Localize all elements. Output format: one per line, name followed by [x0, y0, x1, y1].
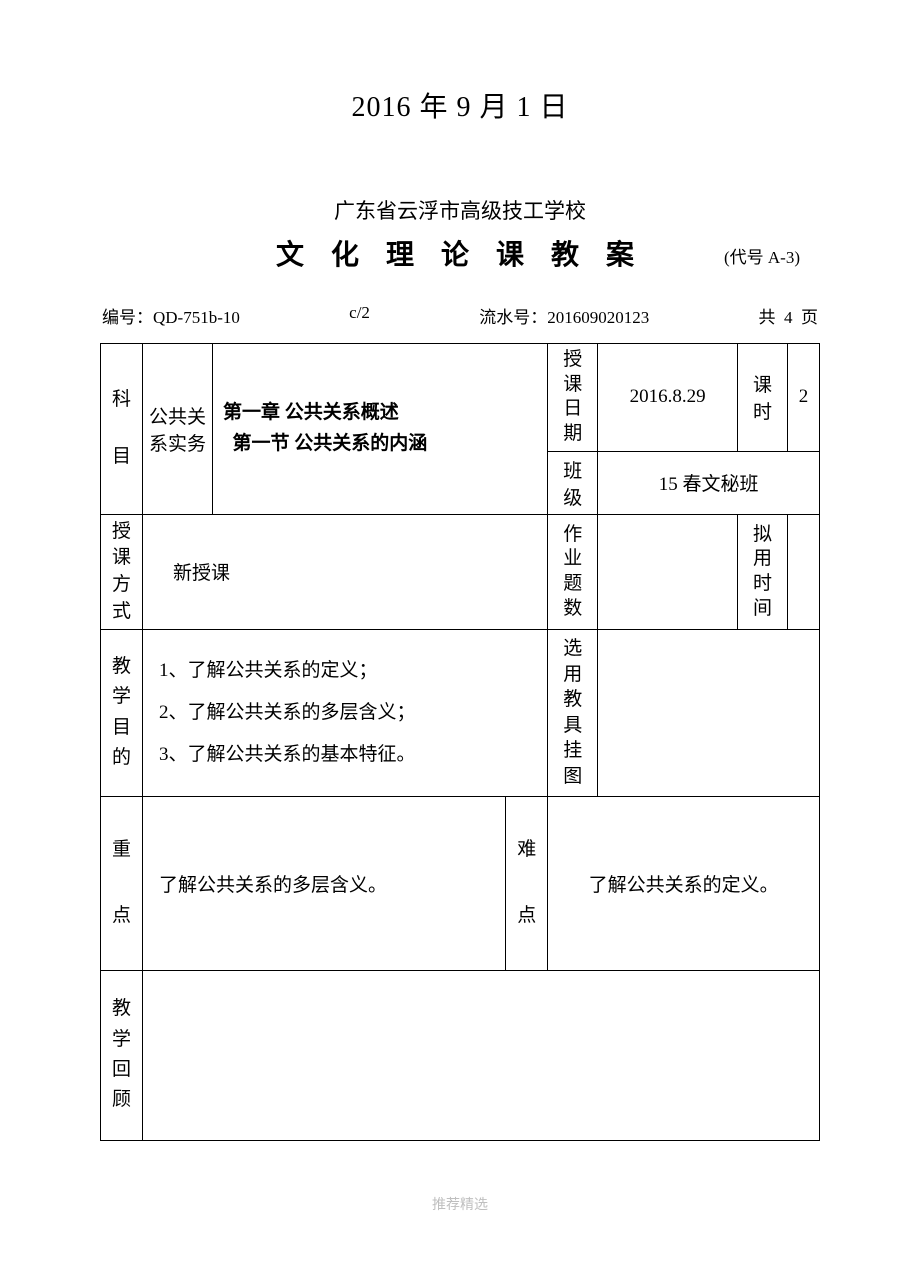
review-label: 教学回顾 — [101, 970, 143, 1140]
diff-label-2: 点 — [512, 883, 541, 950]
hours-label: 课时 — [738, 344, 788, 452]
diff-label-1: 难 — [512, 817, 541, 884]
goal-label: 教学目的 — [101, 630, 143, 796]
school-name: 广东省云浮市高级技工学校 — [100, 195, 820, 225]
doc-title: 文 化 理 论 课 教 案 — [276, 233, 644, 273]
hours-value: 2 — [788, 344, 820, 452]
goals-cell: 1、了解公共关系的定义； 2、了解公共关系的多层含义； 3、了解公共关系的基本特… — [143, 630, 548, 796]
time-value — [788, 514, 820, 629]
serial-label: 流水号： — [479, 308, 547, 327]
chapter-line1: 第一章 公共关系概述 — [223, 398, 541, 428]
bianhao-label: 编号： — [102, 308, 153, 327]
key-value: 了解公共关系的多层含义。 — [143, 796, 506, 970]
doc-code: (代号 A-3) — [724, 243, 800, 268]
goal-3: 3、了解公共关系的基本特征。 — [159, 734, 531, 776]
class-value: 15 春文秘班 — [598, 451, 820, 514]
key-label: 重 点 — [101, 796, 143, 970]
chapter-line2: 第一节 公共关系的内涵 — [223, 429, 541, 459]
subject-label: 科 目 — [101, 344, 143, 515]
pages-post: 页 — [801, 308, 818, 327]
homework-label: 作业题数 — [548, 514, 598, 629]
subject-value: 公共关系实务 — [143, 344, 213, 515]
diff-value: 了解公共关系的定义。 — [548, 796, 820, 970]
review-value — [143, 970, 820, 1140]
key-label-2: 点 — [107, 883, 136, 950]
method-label: 授课方式 — [101, 514, 143, 629]
chapter-cell: 第一章 公共关系概述 第一节 公共关系的内涵 — [213, 344, 548, 515]
subject-label-1: 科 — [107, 386, 136, 415]
homework-value — [598, 514, 738, 629]
bianhao-value: QD-751b-10 — [153, 308, 240, 327]
class-label: 班级 — [548, 451, 598, 514]
time-label: 拟用时间 — [738, 514, 788, 629]
aids-label: 选用教具挂图 — [548, 630, 598, 796]
subject-label-2: 目 — [107, 443, 136, 472]
lesson-plan-table: 科 目 公共关系实务 第一章 公共关系概述 第一节 公共关系的内涵 授课日期 2… — [100, 343, 820, 1141]
date-label: 授课日期 — [548, 344, 598, 452]
page-date-title: 2016 年 9 月 1 日 — [100, 85, 820, 125]
goal-2: 2、了解公共关系的多层含义； — [159, 692, 531, 734]
goal-1: 1、了解公共关系的定义； — [159, 650, 531, 692]
footer-text: 推荐精选 — [0, 1194, 920, 1214]
pages-pre: 共 — [758, 308, 775, 327]
date-value: 2016.8.29 — [598, 344, 738, 452]
key-label-1: 重 — [107, 817, 136, 884]
aids-value — [598, 630, 820, 796]
method-value: 新授课 — [143, 514, 548, 629]
version: c/2 — [349, 303, 370, 328]
pages-value: 4 — [784, 308, 793, 327]
diff-label: 难 点 — [506, 796, 548, 970]
meta-row: 编号：QD-751b-10 c/2 流水号：201609020123 共 4 页 — [100, 303, 820, 328]
serial-value: 201609020123 — [547, 308, 649, 327]
